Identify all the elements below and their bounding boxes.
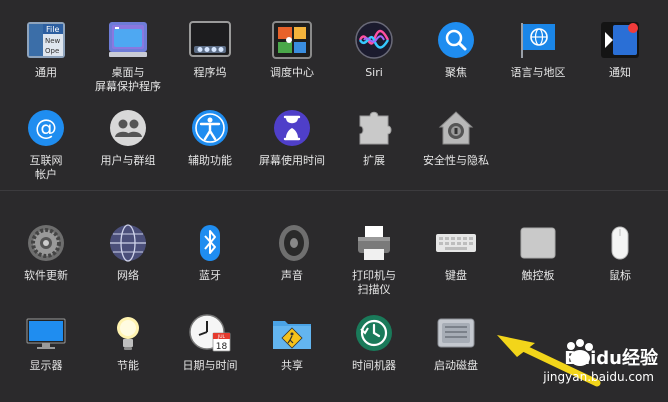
notifications-icon xyxy=(598,18,642,62)
at-icon: @ xyxy=(24,106,68,150)
pane-label: 键盘 xyxy=(445,269,467,282)
pane-keyboard[interactable]: 键盘 xyxy=(414,221,498,283)
pane-date-time[interactable]: JUL 18 日期与时间 xyxy=(168,311,252,373)
pane-siri[interactable]: Siri xyxy=(332,18,416,80)
siri-icon xyxy=(352,18,396,62)
hard-disk-icon xyxy=(434,311,478,355)
pane-mouse[interactable]: 鼠标 xyxy=(578,221,662,283)
accessibility-icon xyxy=(188,106,232,150)
globe-flag-icon xyxy=(516,18,560,62)
pane-label: 辅助功能 xyxy=(188,154,232,167)
time-machine-icon xyxy=(352,311,396,355)
pane-extensions[interactable]: 扩展 xyxy=(332,106,416,168)
lightbulb-icon xyxy=(106,311,150,355)
pane-label: 鼠标 xyxy=(609,269,631,282)
pane-label: 桌面与 屏幕保护程序 xyxy=(95,66,161,93)
pane-label: Siri xyxy=(365,66,383,79)
pane-sound[interactable]: 声音 xyxy=(250,221,334,283)
calendar-month-text: JUL xyxy=(217,334,226,340)
spotlight-icon xyxy=(434,18,478,62)
hourglass-icon xyxy=(270,106,314,150)
pane-label: 蓝牙 xyxy=(199,269,221,282)
pane-label: 软件更新 xyxy=(24,269,68,282)
speaker-icon xyxy=(270,221,314,265)
pane-label: 节能 xyxy=(117,359,139,372)
pane-label: 打印机与 扫描仪 xyxy=(352,269,396,296)
pane-label: 互联网 帐户 xyxy=(29,154,63,181)
pane-mission-control[interactable]: 调度中心 xyxy=(250,18,334,80)
gear-icon xyxy=(24,221,68,265)
pane-energy-saver[interactable]: 节能 xyxy=(86,311,170,373)
pane-users-groups[interactable]: 用户与群组 xyxy=(86,106,170,168)
pane-label: 程序坞 xyxy=(193,66,227,79)
pane-label: 调度中心 xyxy=(270,66,314,79)
pane-accessibility[interactable]: 辅助功能 xyxy=(168,106,252,168)
pane-language-region[interactable]: 语言与地区 xyxy=(496,18,580,80)
pane-label: 启动磁盘 xyxy=(434,359,478,372)
printer-icon xyxy=(352,221,396,265)
pane-label: 共享 xyxy=(281,359,303,372)
keyboard-icon xyxy=(434,221,478,265)
pane-label: 安全性与隐私 xyxy=(423,154,489,167)
pane-dock[interactable]: 程序坞 xyxy=(168,18,252,80)
pane-label: 日期与时间 xyxy=(182,359,238,372)
pane-label: 聚焦 xyxy=(445,66,467,79)
pane-label: 扩展 xyxy=(363,154,385,167)
pane-label: 时间机器 xyxy=(352,359,396,372)
watermark-url: jingyan.baidu.com xyxy=(543,370,654,384)
bluetooth-icon xyxy=(188,221,232,265)
pane-trackpad[interactable]: 触控板 xyxy=(496,221,580,283)
network-globe-icon xyxy=(106,221,150,265)
mouse-icon xyxy=(598,221,642,265)
pane-software-update[interactable]: 软件更新 xyxy=(4,221,88,283)
general-icon: File New Ope xyxy=(24,18,68,62)
pane-desktop-screensaver[interactable]: 桌面与 屏幕保护程序 xyxy=(86,18,170,94)
general-new-text: New xyxy=(45,37,61,45)
pane-bluetooth[interactable]: 蓝牙 xyxy=(168,221,252,283)
personal-prefs-section: File New Ope 通用 桌面与 屏幕保护程序 程序坞 调度中心 Siri… xyxy=(0,0,668,190)
pane-printers-scanners[interactable]: 打印机与 扫描仪 xyxy=(332,221,416,297)
mission-control-icon xyxy=(270,18,314,62)
pane-displays[interactable]: 显示器 xyxy=(4,311,88,373)
pane-network[interactable]: 网络 xyxy=(86,221,170,283)
calendar-day-text: 18 xyxy=(216,342,228,352)
pane-label: 显示器 xyxy=(29,359,63,372)
users-icon xyxy=(106,106,150,150)
house-lock-icon xyxy=(434,106,478,150)
pane-security-privacy[interactable]: 安全性与隐私 xyxy=(414,106,498,168)
pane-sharing[interactable]: 共享 xyxy=(250,311,334,373)
pane-internet-accounts[interactable]: @ 互联网 帐户 xyxy=(4,106,88,182)
dock-icon xyxy=(188,18,232,62)
pane-spotlight[interactable]: 聚焦 xyxy=(414,18,498,80)
watermark: Baidu经验 jingyan.baidu.com xyxy=(508,334,658,394)
svg-text:@: @ xyxy=(35,116,57,141)
pane-label: 网络 xyxy=(117,269,139,282)
pane-notifications[interactable]: 通知 xyxy=(578,18,662,80)
pane-label: 屏幕使用时间 xyxy=(259,154,325,167)
desktop-screensaver-icon xyxy=(106,18,150,62)
pane-time-machine[interactable]: 时间机器 xyxy=(332,311,416,373)
pane-label: 通用 xyxy=(35,66,57,79)
watermark-brand: Baidu经验 xyxy=(564,348,658,369)
pane-label: 用户与群组 xyxy=(100,154,156,167)
pane-label: 触控板 xyxy=(521,269,555,282)
display-icon xyxy=(24,311,68,355)
pane-screen-time[interactable]: 屏幕使用时间 xyxy=(250,106,334,168)
trackpad-icon xyxy=(516,221,560,265)
general-open-text: Ope xyxy=(45,47,59,55)
pane-label: 通知 xyxy=(609,66,631,79)
pane-general[interactable]: File New Ope 通用 xyxy=(4,18,88,80)
pane-startup-disk[interactable]: 启动磁盘 xyxy=(414,311,498,373)
clock-calendar-icon: JUL 18 xyxy=(188,311,232,355)
general-file-text: File xyxy=(46,25,59,34)
sharing-folder-icon xyxy=(270,311,314,355)
pane-label: 声音 xyxy=(281,269,303,282)
pane-label: 语言与地区 xyxy=(510,66,566,79)
puzzle-icon xyxy=(352,106,396,150)
